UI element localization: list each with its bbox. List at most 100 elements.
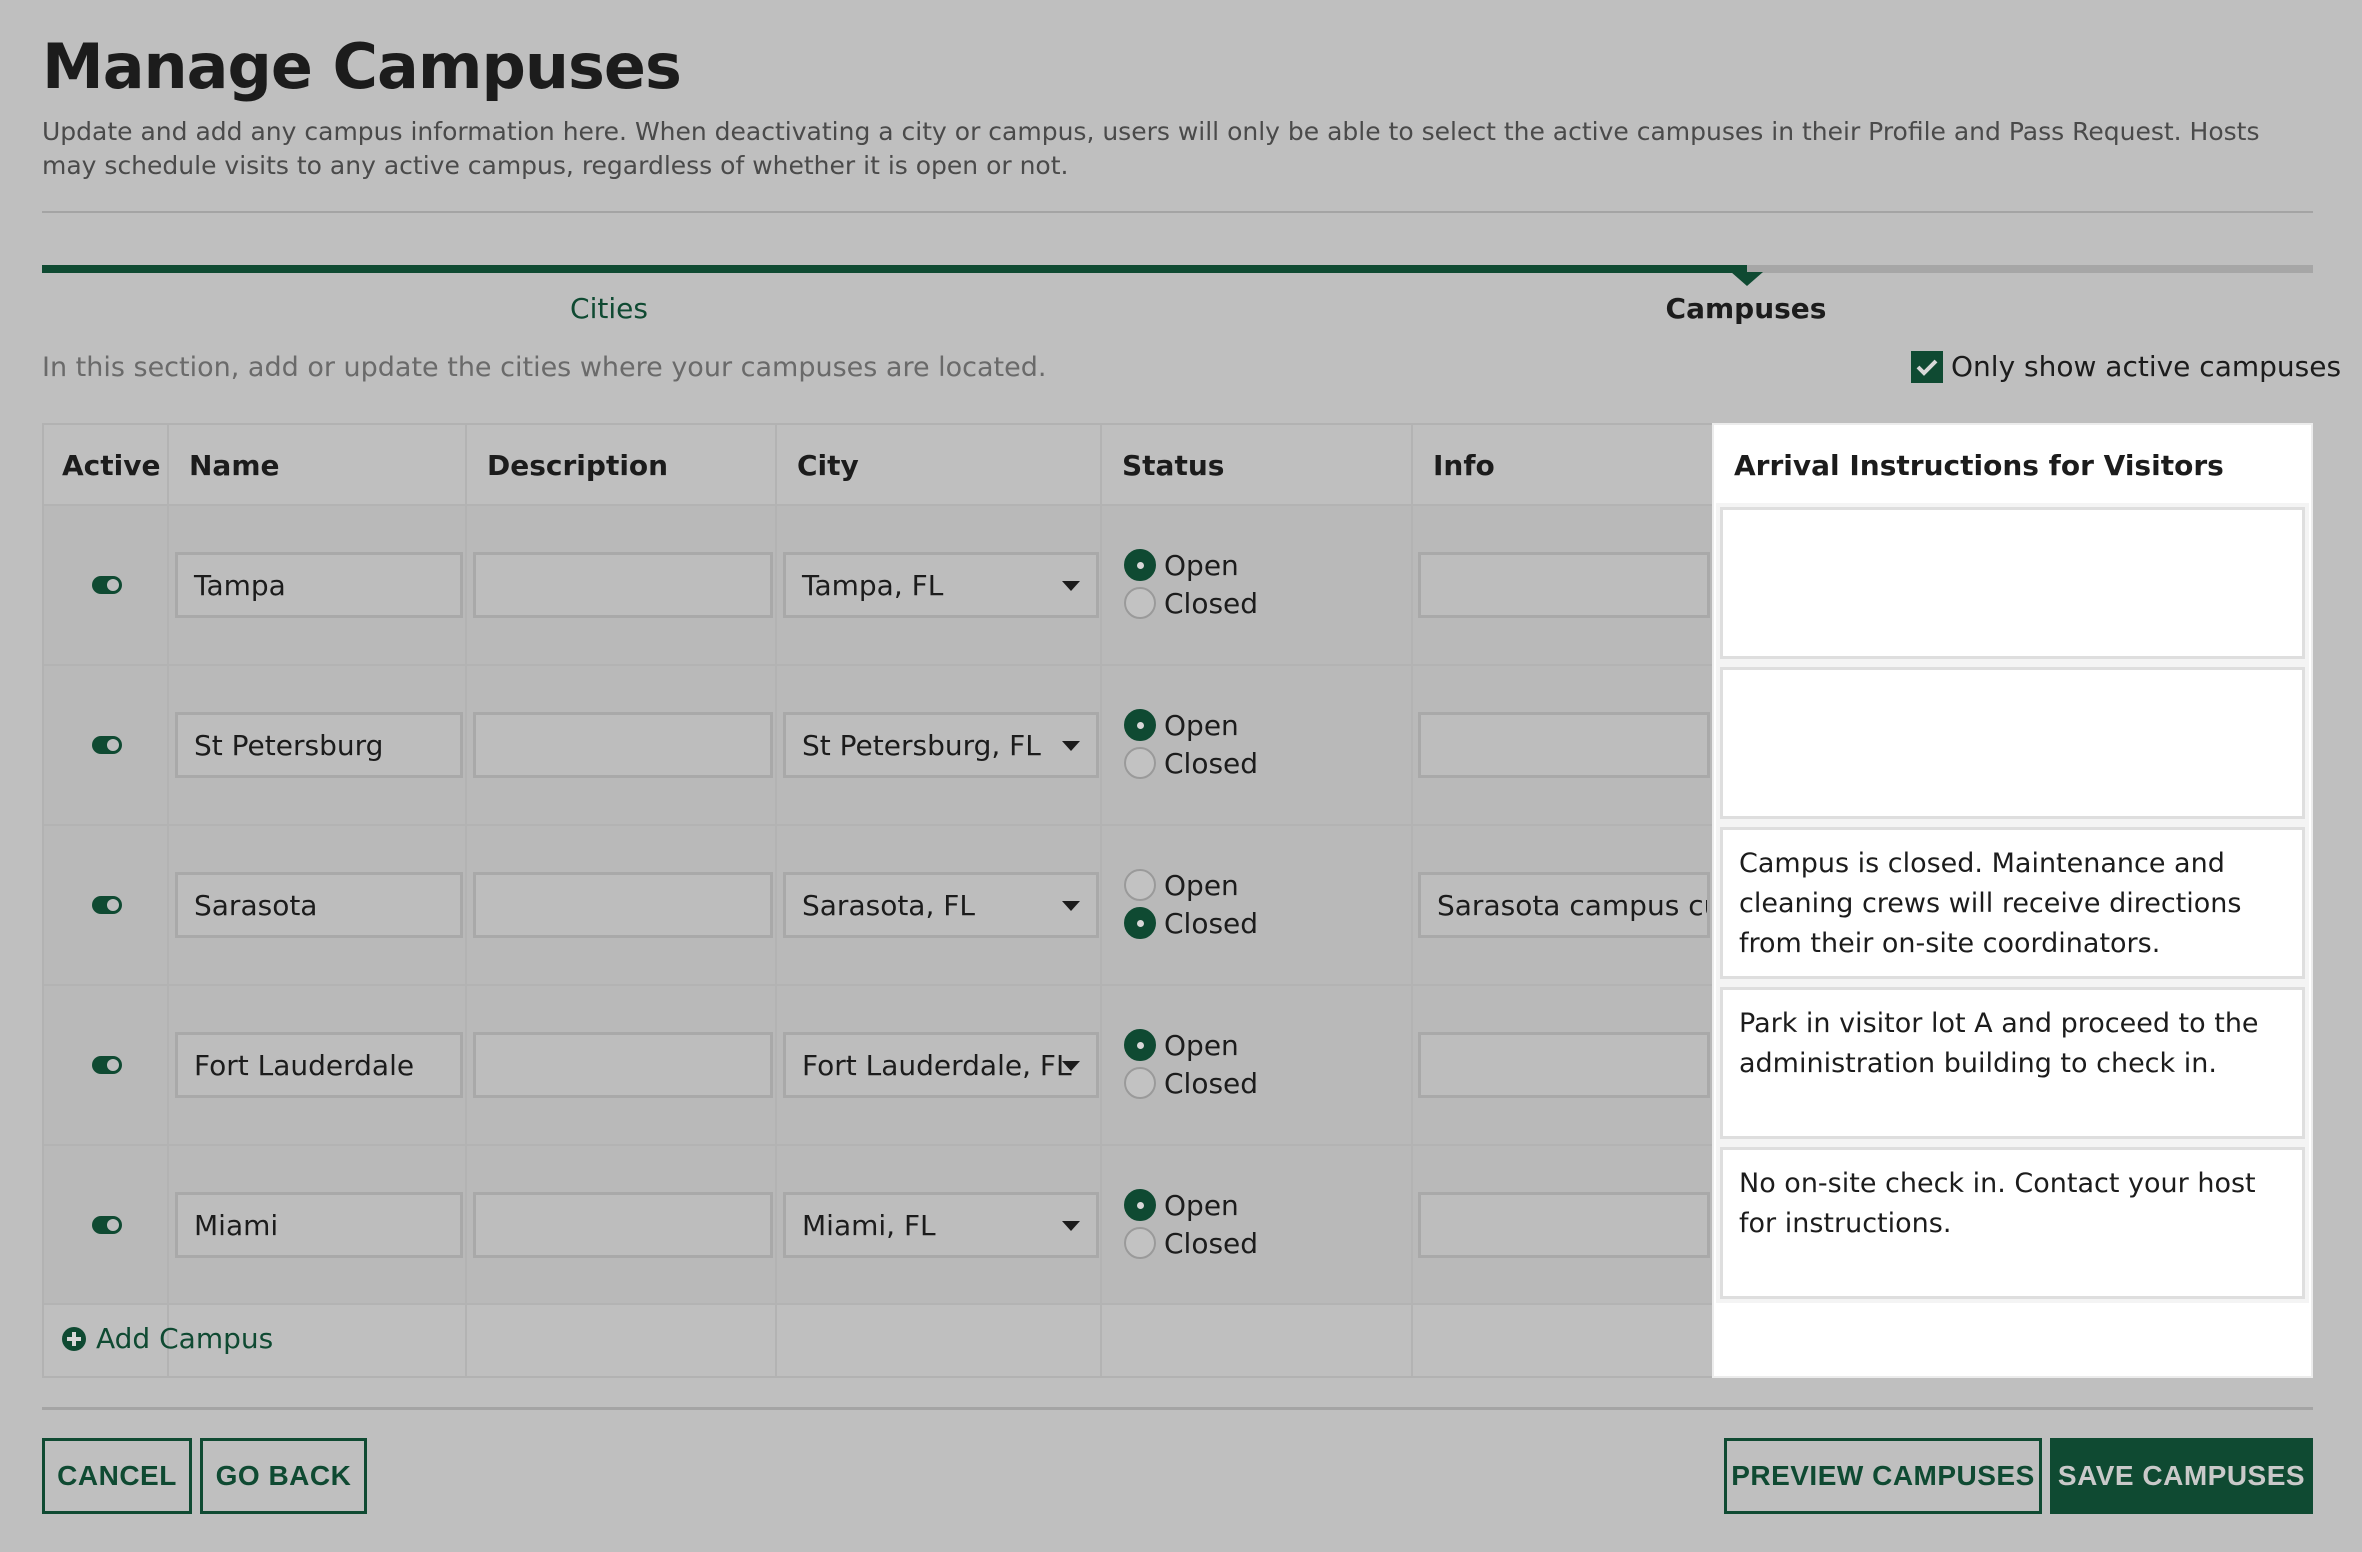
status-closed-label: Closed bbox=[1164, 746, 1259, 780]
description-input[interactable] bbox=[473, 872, 773, 938]
description-input[interactable] bbox=[473, 712, 773, 778]
arrival-cell: Park in visitor lot A and proceed to the… bbox=[1716, 983, 2309, 1143]
radio-selected-icon[interactable] bbox=[1124, 1189, 1156, 1221]
city-select-value: Tampa, FL bbox=[802, 568, 944, 602]
caret-down-icon bbox=[1062, 901, 1080, 911]
info-input[interactable] bbox=[1418, 552, 1710, 618]
radio-empty-icon[interactable] bbox=[1124, 747, 1156, 779]
description-input[interactable] bbox=[473, 1192, 773, 1258]
status-closed-radio[interactable]: Closed bbox=[1124, 744, 1258, 782]
arrival-instructions-textarea[interactable]: Park in visitor lot A and proceed to the… bbox=[1720, 987, 2305, 1139]
city-select[interactable]: Fort Lauderdale, FL bbox=[783, 1032, 1099, 1098]
arrival-instructions-textarea[interactable] bbox=[1720, 667, 2305, 819]
status-radio-group: Open Closed bbox=[1124, 546, 1258, 622]
description-input[interactable] bbox=[473, 1032, 773, 1098]
only-active-checkbox[interactable]: Only show active campuses bbox=[1911, 350, 2341, 383]
description-input[interactable] bbox=[473, 552, 773, 618]
info-input[interactable] bbox=[1418, 712, 1710, 778]
radio-empty-icon[interactable] bbox=[1124, 869, 1156, 901]
header-status: Status bbox=[1122, 448, 1225, 482]
status-closed-radio[interactable]: Closed bbox=[1124, 1224, 1258, 1262]
divider bbox=[42, 211, 2313, 213]
info-input[interactable] bbox=[1418, 1192, 1710, 1258]
caret-down-icon bbox=[1062, 1221, 1080, 1231]
radio-selected-icon[interactable] bbox=[1124, 709, 1156, 741]
active-toggle-icon[interactable] bbox=[92, 1056, 122, 1074]
radio-selected-icon[interactable] bbox=[1124, 549, 1156, 581]
divider bbox=[42, 1407, 2313, 1410]
radio-selected-icon[interactable] bbox=[1124, 1029, 1156, 1061]
checkbox-checked-icon[interactable] bbox=[1911, 350, 1943, 383]
arrival-cell bbox=[1716, 663, 2309, 823]
active-toggle-icon[interactable] bbox=[92, 576, 122, 594]
status-open-label: Open bbox=[1164, 708, 1239, 742]
page-description: Update and add any campus information he… bbox=[42, 117, 2260, 180]
status-closed-label: Closed bbox=[1164, 906, 1259, 940]
status-closed-radio[interactable]: Closed bbox=[1124, 904, 1258, 942]
arrival-instructions-textarea[interactable]: Campus is closed. Maintenance and cleani… bbox=[1720, 827, 2305, 979]
status-open-radio[interactable]: Open bbox=[1124, 1026, 1258, 1064]
status-open-label: Open bbox=[1164, 868, 1239, 902]
arrival-cell: No on-site check in. Contact your host f… bbox=[1716, 1143, 2309, 1303]
active-toggle-icon[interactable] bbox=[92, 896, 122, 914]
city-select-value: Fort Lauderdale, FL bbox=[802, 1048, 1072, 1082]
only-active-label: Only show active campuses bbox=[1951, 350, 2342, 383]
status-open-radio[interactable]: Open bbox=[1124, 706, 1258, 744]
header-arrival-instructions: Arrival Instructions for Visitors bbox=[1734, 448, 2224, 482]
status-open-label: Open bbox=[1164, 548, 1239, 582]
page-title: Manage Campuses bbox=[42, 30, 682, 103]
status-radio-group: Open Closed bbox=[1124, 1186, 1258, 1262]
step-cities[interactable]: Cities bbox=[570, 292, 648, 325]
step-campuses: Campuses bbox=[1665, 292, 1827, 325]
go-back-button[interactable]: GO BACK bbox=[200, 1438, 367, 1514]
status-closed-radio[interactable]: Closed bbox=[1124, 584, 1258, 622]
header-active: Active bbox=[62, 448, 161, 482]
name-input[interactable]: St Petersburg bbox=[175, 712, 463, 778]
name-input[interactable]: Fort Lauderdale bbox=[175, 1032, 463, 1098]
status-radio-group: Open Closed bbox=[1124, 706, 1258, 782]
status-open-radio[interactable]: Open bbox=[1124, 546, 1258, 584]
radio-empty-icon[interactable] bbox=[1124, 1067, 1156, 1099]
status-closed-label: Closed bbox=[1164, 1226, 1259, 1260]
row-divider bbox=[44, 824, 1712, 826]
status-open-label: Open bbox=[1164, 1188, 1239, 1222]
status-open-label: Open bbox=[1164, 1028, 1239, 1062]
name-input[interactable]: Miami bbox=[175, 1192, 463, 1258]
status-closed-radio[interactable]: Closed bbox=[1124, 1064, 1258, 1102]
city-select[interactable]: Sarasota, FL bbox=[783, 872, 1099, 938]
active-toggle-icon[interactable] bbox=[92, 1216, 122, 1234]
save-campuses-button[interactable]: SAVE CAMPUSES bbox=[2050, 1438, 2313, 1514]
cancel-button[interactable]: CANCEL bbox=[42, 1438, 192, 1514]
section-description: In this section, add or update the citie… bbox=[42, 352, 1047, 383]
name-input[interactable]: Sarasota bbox=[175, 872, 463, 938]
stepper-progress bbox=[42, 265, 1747, 273]
name-input[interactable]: Tampa bbox=[175, 552, 463, 618]
status-radio-group: Open Closed bbox=[1124, 1026, 1258, 1102]
caret-down-icon bbox=[1062, 581, 1080, 591]
add-campus-button[interactable]: Add Campus bbox=[62, 1322, 273, 1355]
caret-down-icon bbox=[1062, 1061, 1080, 1071]
row-divider bbox=[44, 1303, 1712, 1305]
info-input[interactable] bbox=[1418, 1032, 1710, 1098]
arrival-instructions-textarea[interactable] bbox=[1720, 507, 2305, 659]
radio-selected-icon[interactable] bbox=[1124, 907, 1156, 939]
caret-down-icon bbox=[1062, 741, 1080, 751]
preview-campuses-button[interactable]: PREVIEW CAMPUSES bbox=[1724, 1438, 2042, 1514]
city-select[interactable]: Tampa, FL bbox=[783, 552, 1099, 618]
arrival-cell bbox=[1716, 503, 2309, 663]
status-open-radio[interactable]: Open bbox=[1124, 1186, 1258, 1224]
active-toggle-icon[interactable] bbox=[92, 736, 122, 754]
city-select-value: Miami, FL bbox=[802, 1208, 936, 1242]
status-open-radio[interactable]: Open bbox=[1124, 866, 1258, 904]
radio-empty-icon[interactable] bbox=[1124, 587, 1156, 619]
city-select[interactable]: Miami, FL bbox=[783, 1192, 1099, 1258]
city-select[interactable]: St Petersburg, FL bbox=[783, 712, 1099, 778]
arrival-cell: Campus is closed. Maintenance and cleani… bbox=[1716, 823, 2309, 983]
add-campus-label: Add Campus bbox=[96, 1322, 274, 1355]
status-radio-group: Open Closed bbox=[1124, 866, 1258, 942]
arrival-instructions-textarea[interactable]: No on-site check in. Contact your host f… bbox=[1720, 1147, 2305, 1299]
header-name: Name bbox=[189, 448, 280, 482]
info-input[interactable]: Sarasota campus cu bbox=[1418, 872, 1710, 938]
city-select-value: St Petersburg, FL bbox=[802, 728, 1041, 762]
radio-empty-icon[interactable] bbox=[1124, 1227, 1156, 1259]
